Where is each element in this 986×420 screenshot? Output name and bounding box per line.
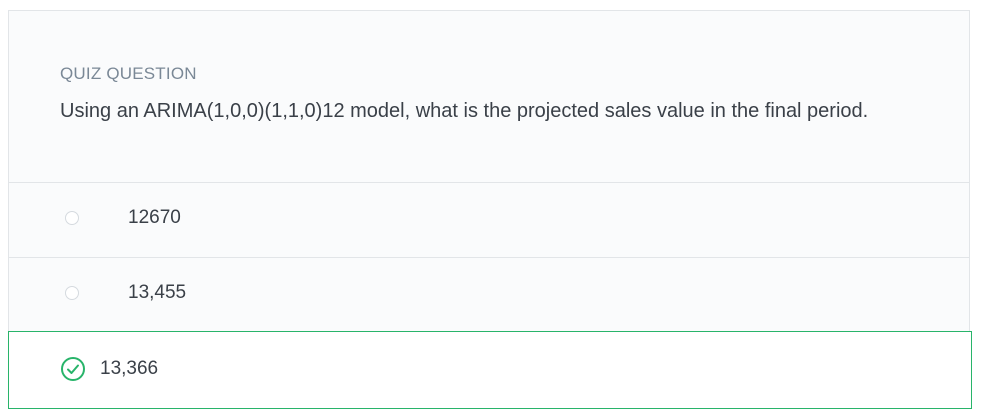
question-text: Using an ARIMA(1,0,0)(1,1,0)12 model, wh… [60,100,869,122]
quiz-label: QUIZ QUESTION [60,64,197,83]
answer-option-1[interactable]: 12670 [9,182,969,257]
answer-option-2[interactable]: 13,455 [9,257,969,332]
answer-option-3-selected-correct[interactable]: 13,366 [8,331,972,409]
answer-option-label: 12670 [128,207,181,228]
check-circle-icon [61,357,85,381]
quiz-header: QUIZ QUESTION Using an ARIMA(1,0,0)(1,1,… [9,11,969,182]
radio-empty-icon[interactable] [65,286,79,300]
quiz-card: QUIZ QUESTION Using an ARIMA(1,0,0)(1,1,… [8,10,972,409]
answer-option-label: 13,366 [100,358,159,379]
radio-empty-icon[interactable] [65,211,79,225]
answer-option-label: 13,455 [128,282,187,303]
